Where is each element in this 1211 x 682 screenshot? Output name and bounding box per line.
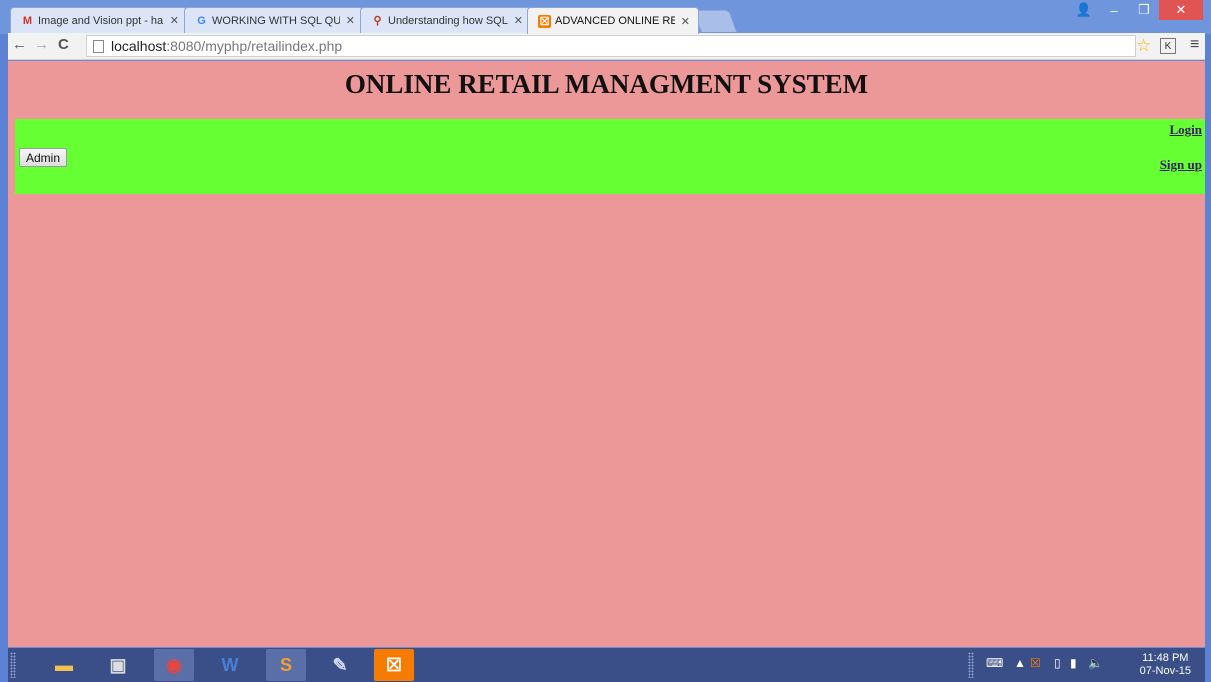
page-icon (93, 39, 104, 53)
nav-bar: Admin Login Sign up (15, 119, 1205, 194)
page-content: ONLINE RETAIL MANAGMENT SYSTEM Admin Log… (8, 61, 1205, 647)
url-host: localhost (111, 38, 167, 54)
google-icon: G (197, 14, 206, 27)
close-window-button[interactable]: ✕ (1159, 0, 1203, 20)
tab-advanced-online-retail[interactable]: ☒ ADVANCED ONLINE RETA ✕ (527, 7, 699, 34)
tab-title: Image and Vision ppt - ha (38, 14, 164, 27)
sublime-icon[interactable]: S (266, 649, 306, 681)
window-frame-left (0, 0, 8, 682)
address-bar[interactable]: localhost:8080/myphp/retailindex.php (86, 35, 1136, 57)
window-controls: 👤 – ❐ ✕ (1069, 0, 1203, 20)
browser-toolbar: ← → C localhost:8080/myphp/retailindex.p… (8, 33, 1205, 60)
close-tab-icon[interactable]: ✕ (346, 14, 355, 27)
xampp-icon: ☒ (538, 14, 551, 28)
window-frame-right (1205, 0, 1211, 682)
tab-understanding-sql[interactable]: ⚲ Understanding how SQL S ✕ (360, 7, 532, 33)
forward-icon[interactable]: → (34, 36, 49, 53)
minimize-button[interactable]: – (1099, 0, 1129, 20)
tab-title: Understanding how SQL S (388, 14, 508, 27)
back-icon[interactable]: ← (12, 36, 27, 53)
tray-grip (968, 652, 974, 678)
admin-button[interactable]: Admin (19, 148, 68, 167)
menu-icon[interactable]: ≡ (1190, 36, 1199, 54)
close-tab-icon[interactable]: ✕ (514, 14, 523, 27)
tab-strip: M Image and Vision ppt - ha ✕ G WORKING … (0, 0, 1211, 34)
new-tab-button[interactable] (692, 10, 738, 32)
gmail-icon: M (22, 14, 33, 27)
close-tab-icon[interactable]: ✕ (170, 14, 179, 27)
user-icon[interactable]: 👤 (1069, 0, 1099, 20)
word-icon[interactable]: W (210, 649, 250, 681)
clock-time: 11:48 PM (1142, 652, 1189, 664)
extension-icon[interactable]: K (1160, 38, 1176, 54)
bookmark-star-icon[interactable]: ☆ (1136, 36, 1151, 56)
signup-link[interactable]: Sign up (1160, 157, 1202, 173)
xampp-icon[interactable]: ☒ (374, 649, 414, 681)
taskbar-grip (10, 652, 16, 678)
terminal-icon[interactable]: ▣ (98, 649, 138, 681)
battery-icon[interactable]: ▯ (1054, 656, 1061, 670)
url-path: :8080/myphp/retailindex.php (166, 38, 343, 54)
sql-icon: ⚲ (373, 15, 382, 27)
show-hidden-icons[interactable]: ▲ (1014, 656, 1026, 670)
xampp-tray-icon[interactable]: ☒ (1030, 656, 1041, 670)
tab-sql-queries[interactable]: G WORKING WITH SQL QUE ✕ (184, 7, 364, 33)
taskbar: ▬ ▣ ◉ W S ✎ ☒ ⌨ ▲ ☒ ▯ ▮ 🔈 11:48 PM 07-No… (8, 648, 1205, 682)
tab-title: WORKING WITH SQL QUE (212, 14, 340, 27)
clock-date: 07-Nov-15 (1139, 665, 1191, 677)
page-title: ONLINE RETAIL MANAGMENT SYSTEM (344, 69, 869, 99)
paint-icon[interactable]: ✎ (320, 649, 360, 681)
chrome-icon[interactable]: ◉ (154, 649, 194, 681)
network-icon[interactable]: ▮ (1070, 656, 1077, 670)
tab-title: ADVANCED ONLINE RETA (555, 15, 675, 27)
clock[interactable]: 11:48 PM 07-Nov-15 (1140, 652, 1191, 678)
close-tab-icon[interactable]: ✕ (681, 15, 690, 28)
reload-icon[interactable]: C (58, 36, 69, 53)
maximize-button[interactable]: ❐ (1129, 0, 1159, 20)
keyboard-icon[interactable]: ⌨ (986, 656, 1003, 670)
file-explorer-icon[interactable]: ▬ (44, 649, 84, 681)
volume-icon[interactable]: 🔈 (1088, 656, 1103, 670)
login-link[interactable]: Login (1169, 122, 1202, 138)
tab-gmail[interactable]: M Image and Vision ppt - ha ✕ (10, 7, 188, 33)
